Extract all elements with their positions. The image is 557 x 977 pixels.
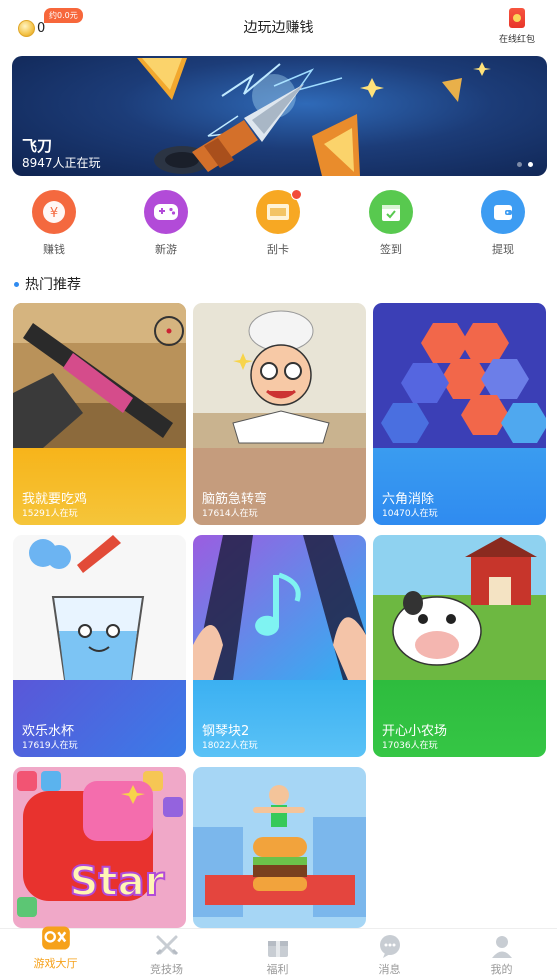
burger-runner-artwork <box>193 767 366 928</box>
game-card[interactable] <box>193 767 366 928</box>
tab-welfare[interactable]: 福利 <box>222 929 333 977</box>
quick-nav-new-games[interactable]: 新游 <box>131 190 201 257</box>
game-player-count: 15291人在玩 <box>22 509 78 519</box>
quick-nav-checkin[interactable]: 签到 <box>356 190 426 257</box>
user-icon <box>491 936 512 958</box>
card-footer: 开心小农场 17036人在玩 <box>373 680 546 757</box>
tab-game-hall[interactable]: 游戏大厅 <box>0 926 111 977</box>
water-cup-artwork <box>13 535 186 680</box>
quick-nav-label: 签到 <box>380 243 402 256</box>
card-footer: 六角消除 10470人在玩 <box>373 448 546 525</box>
tab-label: 我的 <box>490 963 513 976</box>
game-card[interactable]: 开心小农场 17036人在玩 <box>373 535 546 757</box>
game-name: 欢乐水杯 <box>22 724 75 739</box>
banner-game-title: 飞刀 <box>22 137 53 155</box>
piano-tiles-artwork <box>193 535 366 680</box>
page-title: 边玩边赚钱 <box>243 20 314 36</box>
card-footer: 我就要吃鸡 15291人在玩 <box>13 448 186 525</box>
top-header: 0 约0.0元 边玩边赚钱 在线红包 <box>0 0 557 52</box>
carousel-dot-active[interactable] <box>528 162 533 167</box>
crossed-swords-icon <box>155 935 178 956</box>
game-hall-icon <box>41 926 70 950</box>
tab-arena[interactable]: 竞技场 <box>111 929 222 977</box>
game-player-count: 18022人在玩 <box>202 741 258 751</box>
quick-nav-scratch-card[interactable]: 刮卡 <box>243 189 313 257</box>
gift-box-icon <box>267 941 288 957</box>
featured-banner[interactable]: 飞刀 8947人正在玩 <box>12 56 547 176</box>
new-badge-dot <box>291 189 302 200</box>
app-screen: 0 约0.0元 边玩边赚钱 在线红包 飞刀 8947人正在玩 ¥ 赚钱 新游 刮… <box>0 0 557 977</box>
hexagon-match-artwork <box>373 303 546 448</box>
tab-messages[interactable]: 消息 <box>334 929 445 977</box>
wallet-icon <box>481 190 525 234</box>
quick-nav: ¥ 赚钱 新游 刮卡 签到 提现 <box>0 189 557 260</box>
game-player-count: 17036人在玩 <box>382 741 438 751</box>
quick-nav-label: 刮卡 <box>267 243 289 256</box>
chat-bubble-icon <box>379 935 400 958</box>
svg-text:¥: ¥ <box>50 206 58 221</box>
bottom-tab-bar: 游戏大厅 竞技场 福利 消息 我的 <box>0 926 557 977</box>
carousel-dot[interactable] <box>517 162 522 167</box>
game-card[interactable]: 我就要吃鸡 15291人在玩 <box>13 303 186 525</box>
game-name: 六角消除 <box>382 492 435 507</box>
game-player-count: 17614人在玩 <box>202 509 258 519</box>
tab-label: 消息 <box>378 963 401 976</box>
tab-label: 竞技场 <box>150 963 183 976</box>
hot-recommend-heading: 热门推荐 <box>14 274 81 294</box>
card-footer: 欢乐水杯 17619人在玩 <box>13 680 186 757</box>
tab-label: 游戏大厅 <box>33 957 78 970</box>
section-bullet <box>14 281 19 287</box>
tab-label: 福利 <box>266 963 289 976</box>
quick-nav-label: 赚钱 <box>43 243 65 256</box>
scratch-card-icon <box>256 189 302 234</box>
game-name: 钢琴块2 <box>202 724 250 739</box>
game-player-count: 17619人在玩 <box>22 741 78 751</box>
gamepad-icon <box>144 190 188 234</box>
quick-nav-label: 提现 <box>492 243 514 256</box>
game-card[interactable]: 欢乐水杯 17619人在玩 <box>13 535 186 757</box>
banner-player-count: 8947人正在玩 <box>22 156 101 170</box>
quick-nav-withdraw[interactable]: 提现 <box>468 190 538 257</box>
game-name: 我就要吃鸡 <box>22 492 88 507</box>
game-card[interactable]: 六角消除 10470人在玩 <box>373 303 546 525</box>
gun-game-artwork <box>13 303 186 448</box>
card-footer: 脑筋急转弯 17614人在玩 <box>193 448 366 525</box>
quick-nav-label: 新游 <box>155 243 177 256</box>
red-envelope-icon <box>509 8 525 28</box>
section-title: 热门推荐 <box>25 277 81 293</box>
carousel-indicator[interactable] <box>517 162 533 167</box>
game-name: 脑筋急转弯 <box>202 492 268 507</box>
game-card[interactable]: 钢琴块2 18022人在玩 <box>193 535 366 757</box>
card-footer: 钢琴块2 18022人在玩 <box>193 680 366 757</box>
brain-teaser-artwork <box>193 303 366 448</box>
game-name: 开心小农场 <box>382 724 448 739</box>
happy-farm-artwork <box>373 535 546 680</box>
calendar-check-icon <box>369 190 413 234</box>
online-redpack-button[interactable]: 在线红包 <box>495 8 539 45</box>
redpack-label: 在线红包 <box>498 35 535 45</box>
star-pop-artwork: Star <box>13 767 186 928</box>
game-card[interactable]: Star <box>13 767 186 928</box>
svg-text:Star: Star <box>70 859 165 905</box>
tab-profile[interactable]: 我的 <box>446 929 557 977</box>
game-player-count: 10470人在玩 <box>382 509 438 519</box>
game-card[interactable]: 脑筋急转弯 17614人在玩 <box>193 303 366 525</box>
yuan-coin-icon: ¥ <box>32 190 76 234</box>
quick-nav-earn[interactable]: ¥ 赚钱 <box>19 190 89 257</box>
